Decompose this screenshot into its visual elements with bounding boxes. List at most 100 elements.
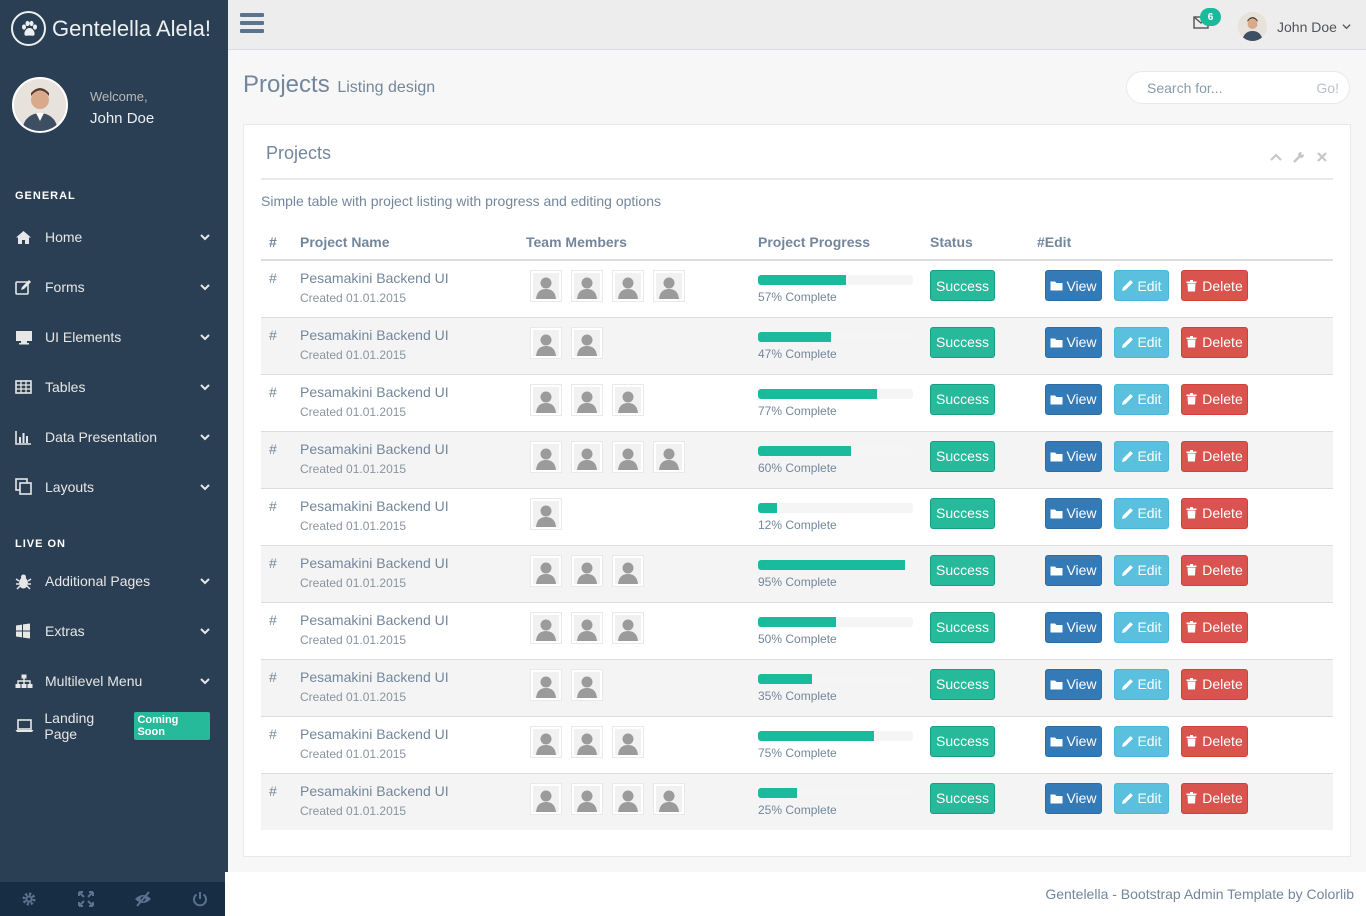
close-button[interactable] xyxy=(1315,150,1328,163)
edit-button[interactable]: Edit xyxy=(1114,611,1169,643)
edit-button[interactable]: Edit xyxy=(1114,497,1169,529)
team-member-avatar[interactable] xyxy=(530,554,562,587)
view-button[interactable]: View xyxy=(1045,668,1102,700)
team-member-avatar[interactable] xyxy=(530,725,562,758)
team-member-avatar[interactable] xyxy=(653,440,685,473)
team-member-avatar[interactable] xyxy=(571,554,603,587)
team-member-avatar[interactable] xyxy=(530,497,562,530)
sidebar-item-additional-pages[interactable]: Additional Pages xyxy=(0,556,228,606)
edit-button[interactable]: Edit xyxy=(1114,440,1169,472)
team-member-avatar[interactable] xyxy=(530,270,562,302)
user-menu[interactable]: John Doe xyxy=(1238,12,1351,41)
delete-button[interactable]: Delete xyxy=(1181,782,1248,814)
view-button[interactable]: View xyxy=(1045,270,1102,301)
status-badge[interactable]: Success xyxy=(930,725,995,757)
sidebar-item-home[interactable]: Home xyxy=(0,212,228,262)
logout-button[interactable] xyxy=(171,882,228,916)
team-member-avatar[interactable] xyxy=(571,270,603,302)
team-member-avatar[interactable] xyxy=(530,782,562,815)
status-badge[interactable]: Success xyxy=(930,611,995,643)
team-member-avatar[interactable] xyxy=(612,270,644,302)
search-go-button[interactable]: Go! xyxy=(1316,80,1339,96)
team-member-avatar[interactable] xyxy=(530,383,562,416)
status-badge[interactable]: Success xyxy=(930,497,995,529)
project-name[interactable]: Pesamakini Backend UI xyxy=(300,783,526,799)
edit-button[interactable]: Edit xyxy=(1114,554,1169,586)
team-member-avatar[interactable] xyxy=(571,668,603,701)
view-button[interactable]: View xyxy=(1045,554,1102,586)
team-member-avatar[interactable] xyxy=(530,611,562,644)
search-input[interactable] xyxy=(1147,79,1317,96)
team-member-avatar[interactable] xyxy=(571,383,603,416)
view-button[interactable]: View xyxy=(1045,383,1102,415)
project-name[interactable]: Pesamakini Backend UI xyxy=(300,555,526,571)
status-badge[interactable]: Success xyxy=(930,270,995,301)
team-member-avatar[interactable] xyxy=(571,782,603,815)
team-member-avatar[interactable] xyxy=(571,725,603,758)
settings-button[interactable] xyxy=(0,882,57,916)
team-member-avatar[interactable] xyxy=(571,440,603,473)
edit-button[interactable]: Edit xyxy=(1114,725,1169,757)
delete-button[interactable]: Delete xyxy=(1181,497,1248,529)
team-member-avatar[interactable] xyxy=(612,554,644,587)
view-button[interactable]: View xyxy=(1045,611,1102,643)
team-member-avatar[interactable] xyxy=(530,668,562,701)
project-name[interactable]: Pesamakini Backend UI xyxy=(300,726,526,742)
project-name[interactable]: Pesamakini Backend UI xyxy=(300,384,526,400)
menu-toggle-button[interactable] xyxy=(240,13,264,35)
sidebar-item-ui-elements[interactable]: UI Elements xyxy=(0,312,228,362)
project-name[interactable]: Pesamakini Backend UI xyxy=(300,669,526,685)
team-member-avatar[interactable] xyxy=(612,440,644,473)
view-button[interactable]: View xyxy=(1045,782,1102,814)
team-member-avatar[interactable] xyxy=(612,725,644,758)
edit-button[interactable]: Edit xyxy=(1114,326,1169,358)
status-badge[interactable]: Success xyxy=(930,668,995,700)
edit-button[interactable]: Edit xyxy=(1114,668,1169,700)
lock-button[interactable] xyxy=(114,882,171,916)
view-button[interactable]: View xyxy=(1045,725,1102,757)
brand[interactable]: Gentelella Alela! xyxy=(0,0,228,57)
collapse-button[interactable] xyxy=(1269,150,1282,163)
edit-button[interactable]: Edit xyxy=(1114,383,1169,415)
sidebar-item-data-presentation[interactable]: Data Presentation xyxy=(0,412,228,462)
sidebar-item-landing-page[interactable]: Landing Page Coming Soon xyxy=(0,706,228,746)
status-badge[interactable]: Success xyxy=(930,326,995,358)
delete-button[interactable]: Delete xyxy=(1181,611,1248,643)
sidebar-item-multilevel-menu[interactable]: Multilevel Menu xyxy=(0,656,228,706)
sidebar-item-forms[interactable]: Forms xyxy=(0,262,228,312)
delete-button[interactable]: Delete xyxy=(1181,668,1248,700)
project-name[interactable]: Pesamakini Backend UI xyxy=(300,270,526,286)
delete-button[interactable]: Delete xyxy=(1181,383,1248,415)
delete-button[interactable]: Delete xyxy=(1181,326,1248,358)
delete-button[interactable]: Delete xyxy=(1181,440,1248,472)
team-member-avatar[interactable] xyxy=(612,383,644,416)
edit-button[interactable]: Edit xyxy=(1114,782,1169,814)
team-member-avatar[interactable] xyxy=(530,440,562,473)
project-name[interactable]: Pesamakini Backend UI xyxy=(300,498,526,514)
project-name[interactable]: Pesamakini Backend UI xyxy=(300,612,526,628)
team-member-avatar[interactable] xyxy=(571,326,603,359)
sidebar-item-extras[interactable]: Extras xyxy=(0,606,228,656)
team-member-avatar[interactable] xyxy=(653,270,685,302)
team-member-avatar[interactable] xyxy=(612,611,644,644)
team-member-avatar[interactable] xyxy=(612,782,644,815)
view-button[interactable]: View xyxy=(1045,497,1102,529)
team-member-avatar[interactable] xyxy=(530,326,562,359)
delete-button[interactable]: Delete xyxy=(1181,554,1248,586)
status-badge[interactable]: Success xyxy=(930,383,995,415)
project-name[interactable]: Pesamakini Backend UI xyxy=(300,327,526,343)
settings-button[interactable] xyxy=(1292,150,1305,163)
delete-button[interactable]: Delete xyxy=(1181,270,1248,301)
status-badge[interactable]: Success xyxy=(930,440,995,472)
sidebar-item-layouts[interactable]: Layouts xyxy=(0,462,228,512)
project-name[interactable]: Pesamakini Backend UI xyxy=(300,441,526,457)
status-badge[interactable]: Success xyxy=(930,782,995,814)
delete-button[interactable]: Delete xyxy=(1181,725,1248,757)
view-button[interactable]: View xyxy=(1045,440,1102,472)
edit-button[interactable]: Edit xyxy=(1114,270,1169,301)
sidebar-item-tables[interactable]: Tables xyxy=(0,362,228,412)
status-badge[interactable]: Success xyxy=(930,554,995,586)
team-member-avatar[interactable] xyxy=(653,782,685,815)
team-member-avatar[interactable] xyxy=(571,611,603,644)
fullscreen-button[interactable] xyxy=(57,882,114,916)
